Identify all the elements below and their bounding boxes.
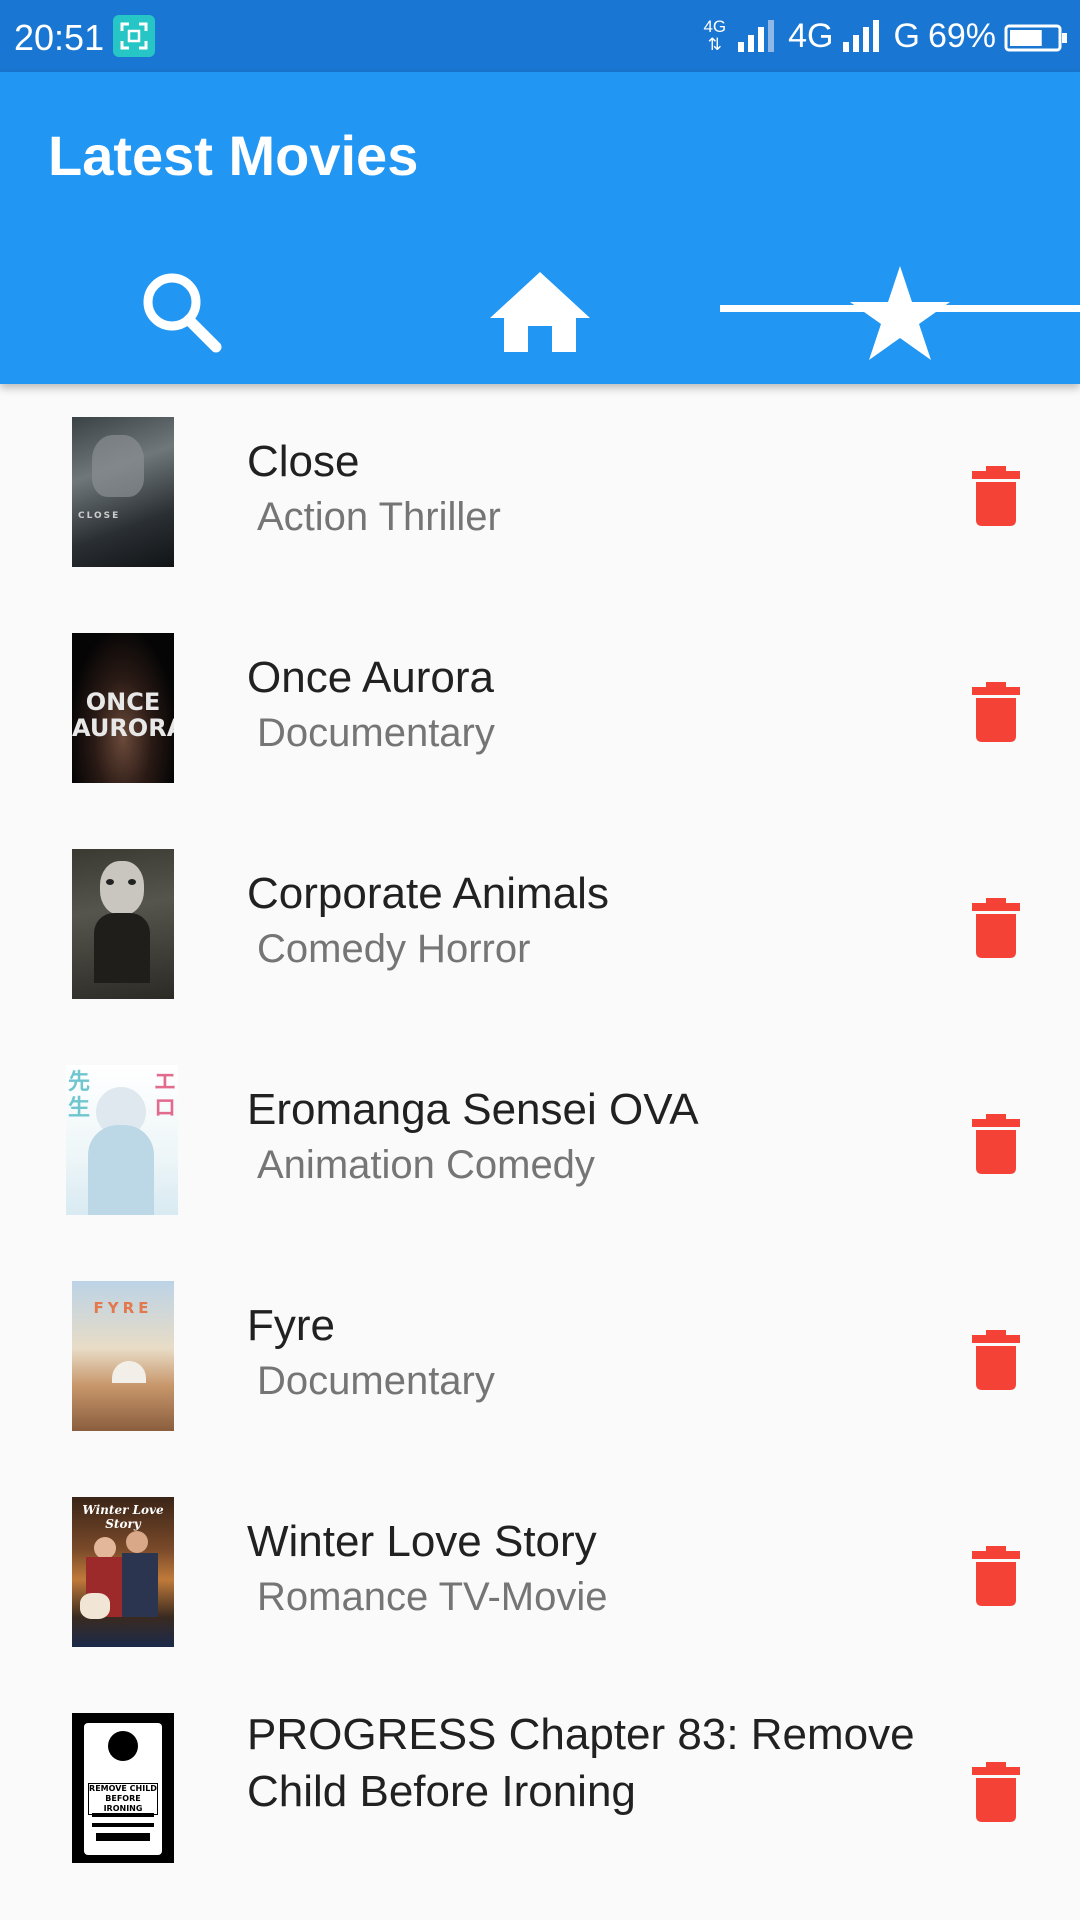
star-icon (850, 266, 950, 360)
movie-poster: CLOSE (72, 417, 174, 567)
tab-home[interactable] (360, 240, 720, 384)
movie-title: Eromanga Sensei OVA (247, 1085, 699, 1134)
list-item[interactable]: Corporate Animals Comedy Horror (0, 816, 1080, 1032)
home-icon (490, 272, 590, 352)
movie-title: PROGRESS Chapter 83: Remove Child Before… (247, 1710, 915, 1816)
app-bar: Latest Movies (0, 72, 1080, 384)
delete-button[interactable] (970, 1546, 1022, 1606)
movie-title: Once Aurora (247, 653, 495, 702)
list-item[interactable]: REMOVE CHILD BEFORE IRONING PROGRESS Cha… (0, 1680, 1080, 1896)
movie-genre: Romance TV-Movie (257, 1575, 608, 1619)
signal-icon (736, 18, 780, 54)
list-item[interactable]: ONCE AURORA Once Aurora Documentary (0, 600, 1080, 816)
movie-title: Corporate Animals (247, 869, 609, 918)
movie-poster: Winter Love Story (72, 1497, 174, 1647)
delete-button[interactable] (970, 1330, 1022, 1390)
movie-genre: Comedy Horror (257, 927, 531, 971)
delete-button[interactable] (970, 898, 1022, 958)
movie-poster: REMOVE CHILD BEFORE IRONING (72, 1713, 174, 1863)
delete-button[interactable] (970, 1762, 1022, 1822)
favorites-list: CLOSE Close Action Thriller ONCE AURORA … (0, 384, 1080, 1920)
page-title: Latest Movies (48, 124, 419, 187)
trash-icon (972, 466, 1020, 526)
status-time: 20:51 (14, 17, 105, 58)
battery-icon (1004, 22, 1068, 52)
delete-button[interactable] (970, 466, 1022, 526)
delete-button[interactable] (970, 682, 1022, 742)
signal-icon-2 (841, 18, 885, 54)
tab-bar (0, 240, 1080, 384)
movie-poster (72, 849, 174, 999)
network-type-label-2: G (893, 16, 920, 55)
status-bar: 20:51 4G ⇅ 4G G 69% (0, 0, 1080, 72)
movie-poster: ONCE AURORA (72, 633, 174, 783)
selected-tab-indicator (720, 305, 1080, 312)
trash-icon (972, 1114, 1020, 1174)
movie-title: Close (247, 437, 360, 486)
movie-genre: Documentary (257, 711, 495, 755)
network-type-label: 4G (788, 16, 834, 55)
trash-icon (972, 898, 1020, 958)
trash-icon (972, 1762, 1020, 1822)
trash-icon (972, 1330, 1020, 1390)
status-indicators: 4G ⇅ 4G G 69% (703, 14, 1068, 58)
movie-genre: Documentary (257, 1359, 495, 1403)
list-item[interactable]: 先生 エロ Eromanga Sensei OVA Animation Come… (0, 1032, 1080, 1248)
tab-search[interactable] (0, 240, 360, 384)
list-item[interactable]: FYRE Fyre Documentary (0, 1248, 1080, 1464)
screenshot-notification-icon (113, 15, 155, 57)
trash-icon (972, 682, 1020, 742)
list-item[interactable]: CLOSE Close Action Thriller (0, 384, 1080, 600)
movie-genre: Animation Comedy (257, 1143, 595, 1187)
movie-genre: Action Thriller (257, 495, 501, 539)
movie-poster: 先生 エロ (66, 1065, 178, 1215)
movie-title: Fyre (247, 1301, 335, 1350)
list-item[interactable]: Winter Love Story Winter Love Story Roma… (0, 1464, 1080, 1680)
trash-icon (972, 1546, 1020, 1606)
search-icon (143, 273, 222, 353)
network-type-icon: 4G ⇅ (703, 17, 727, 54)
tab-favorites[interactable] (720, 240, 1080, 384)
movie-title: Winter Love Story (247, 1517, 597, 1566)
delete-button[interactable] (970, 1114, 1022, 1174)
battery-percent: 69% (927, 16, 996, 55)
movie-poster: FYRE (72, 1281, 174, 1431)
